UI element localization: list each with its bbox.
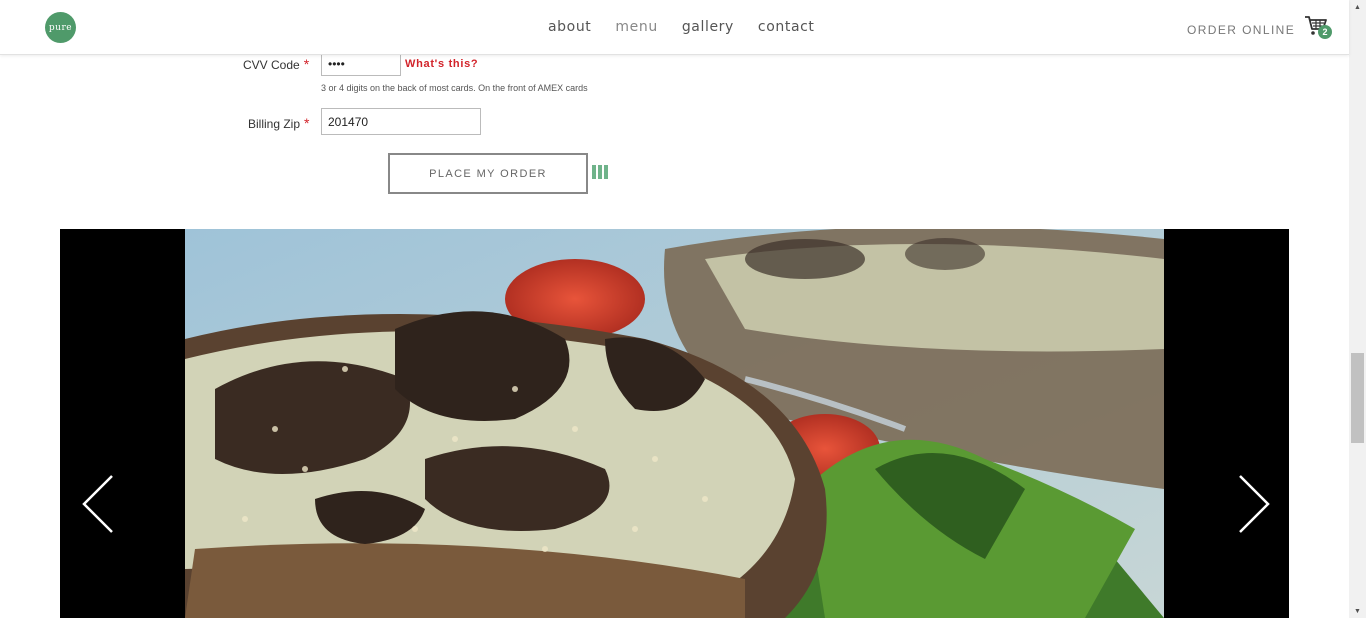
main-nav: about menu gallery contact	[548, 19, 815, 35]
brand-logo[interactable]: pure	[45, 12, 76, 43]
gallery-slider	[60, 229, 1289, 618]
zip-label-row: Billing Zip *	[248, 115, 309, 131]
page: pure about menu gallery contact ORDER ON…	[0, 0, 1366, 618]
scroll-up-arrow-icon[interactable]: ▲	[1349, 0, 1366, 14]
page-scrollbar[interactable]: ▲ ▼	[1349, 0, 1366, 618]
gallery-next-button[interactable]	[1232, 474, 1272, 534]
order-online-link[interactable]: ORDER ONLINE	[1187, 23, 1295, 37]
zip-required-mark: *	[304, 115, 310, 131]
nav-about[interactable]: about	[548, 19, 591, 35]
nav-gallery[interactable]: gallery	[682, 19, 734, 35]
chevron-left-icon	[82, 475, 113, 533]
cart-button[interactable]: 2	[1304, 15, 1332, 39]
gallery-photo	[185, 229, 1164, 618]
cvv-label-row: CVV Code *	[243, 56, 309, 72]
cvv-label: CVV Code	[243, 58, 300, 72]
chevron-right-icon	[1239, 475, 1270, 533]
logo-text: pure	[48, 22, 73, 33]
site-header: pure about menu gallery contact ORDER ON…	[0, 0, 1349, 55]
scrollbar-thumb[interactable]	[1351, 353, 1364, 443]
place-order-button[interactable]: PLACE MY ORDER	[388, 153, 588, 194]
cvv-hint: 3 or 4 digits on the back of most cards.…	[321, 83, 588, 93]
nav-contact[interactable]: contact	[758, 19, 815, 35]
gallery-prev-button[interactable]	[80, 474, 120, 534]
billing-zip-input[interactable]	[321, 108, 481, 135]
nav-menu[interactable]: menu	[615, 19, 657, 35]
zip-label: Billing Zip	[248, 117, 301, 131]
scroll-down-arrow-icon[interactable]: ▼	[1349, 604, 1366, 618]
cvv-required-mark: *	[303, 56, 310, 72]
cart-count-badge: 2	[1318, 25, 1332, 39]
loading-bars-icon	[592, 165, 608, 179]
whats-this-link[interactable]: What's this?	[405, 58, 478, 70]
